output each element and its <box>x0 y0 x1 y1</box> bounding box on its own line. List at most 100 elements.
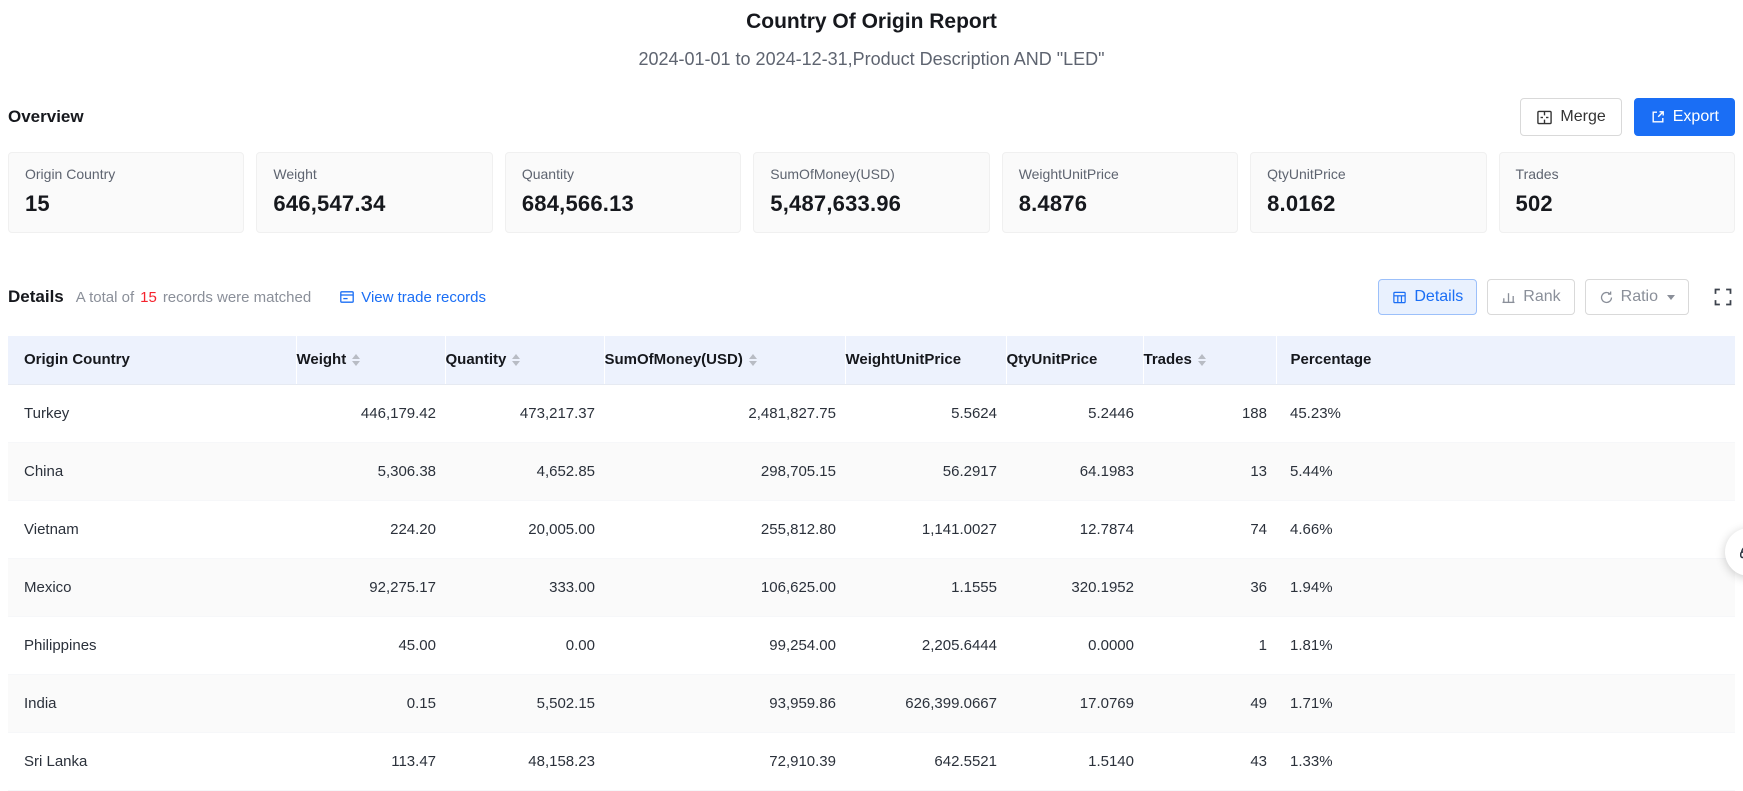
column-header-label: SumOfMoney(USD) <box>605 351 743 368</box>
column-header-label: Trades <box>1144 351 1192 368</box>
ratio-view-label: Ratio <box>1621 288 1658 306</box>
matched-suffix: records were matched <box>163 289 311 306</box>
cell-qty-unit-price: 17.0769 <box>1006 674 1143 732</box>
table-row: Mexico 92,275.17 333.00 106,625.00 1.155… <box>8 558 1735 616</box>
stat-value: 684,566.13 <box>522 191 724 217</box>
cell-origin-country: Sri Lanka <box>8 732 296 790</box>
sort-carets-icon[interactable] <box>1198 354 1206 366</box>
stat-label: Weight <box>273 166 475 182</box>
cell-qty-unit-price: 1.5140 <box>1006 732 1143 790</box>
table-row: Vietnam 224.20 20,005.00 255,812.80 1,14… <box>8 500 1735 558</box>
expand-icon <box>1713 287 1733 307</box>
trade-records-icon <box>339 289 355 305</box>
column-header-label: WeightUnitPrice <box>846 351 962 368</box>
stat-card-weight: Weight 646,547.34 <box>256 152 492 233</box>
stat-label: QtyUnitPrice <box>1267 166 1469 182</box>
table-row: India 0.15 5,502.15 93,959.86 626,399.06… <box>8 674 1735 732</box>
stat-value: 5,487,633.96 <box>770 191 972 217</box>
table-row: Turkey 446,179.42 473,217.37 2,481,827.7… <box>8 384 1735 442</box>
cell-weight-unit-price: 1,141.0027 <box>845 500 1006 558</box>
fullscreen-button[interactable] <box>1711 285 1735 309</box>
cell-weight-unit-price: 1.1555 <box>845 558 1006 616</box>
column-header-sum-of-money[interactable]: SumOfMoney(USD) <box>604 336 845 384</box>
headset-icon <box>1738 541 1743 563</box>
cell-percentage: 1.71% <box>1276 674 1735 732</box>
details-bar: Details A total of 15 records were match… <box>8 279 1735 315</box>
column-header-label: QtyUnitPrice <box>1007 351 1098 368</box>
matched-summary: A total of 15 records were matched <box>76 289 311 306</box>
table-grid-icon <box>1392 290 1407 305</box>
stat-label: Quantity <box>522 166 724 182</box>
cell-quantity: 333.00 <box>445 558 604 616</box>
cell-percentage: 45.23% <box>1276 384 1735 442</box>
column-header-origin-country: Origin Country <box>8 336 296 384</box>
details-section-title: Details <box>8 287 64 307</box>
table-header-row: Origin Country Weight Quantity <box>8 336 1735 384</box>
cell-percentage: 1.94% <box>1276 558 1735 616</box>
overview-section-title: Overview <box>8 107 84 127</box>
column-header-quantity[interactable]: Quantity <box>445 336 604 384</box>
chevron-down-icon <box>1667 295 1675 300</box>
cell-percentage: 1.81% <box>1276 616 1735 674</box>
stat-value: 646,547.34 <box>273 191 475 217</box>
cell-sum-of-money: 72,910.39 <box>604 732 845 790</box>
overview-actions: Merge Export <box>1520 98 1735 136</box>
cell-quantity: 473,217.37 <box>445 384 604 442</box>
column-header-label: Percentage <box>1291 351 1372 368</box>
details-view-button[interactable]: Details <box>1378 279 1477 315</box>
stat-value: 8.0162 <box>1267 191 1469 217</box>
cell-weight: 5,306.38 <box>296 442 445 500</box>
details-view-label: Details <box>1414 288 1463 306</box>
stat-card-trades: Trades 502 <box>1499 152 1735 233</box>
cell-qty-unit-price: 12.7874 <box>1006 500 1143 558</box>
sort-carets-icon[interactable] <box>352 354 360 366</box>
merge-button-label: Merge <box>1560 108 1605 126</box>
ratio-view-button[interactable]: Ratio <box>1585 279 1689 315</box>
merge-button[interactable]: Merge <box>1520 98 1621 136</box>
cell-quantity: 0.00 <box>445 616 604 674</box>
column-header-weight[interactable]: Weight <box>296 336 445 384</box>
rank-view-button[interactable]: Rank <box>1487 279 1574 315</box>
cell-qty-unit-price: 0.0000 <box>1006 616 1143 674</box>
view-trade-records-link[interactable]: View trade records <box>339 289 486 306</box>
stat-card-quantity: Quantity 684,566.13 <box>505 152 741 233</box>
cell-weight: 113.47 <box>296 732 445 790</box>
cell-origin-country: Mexico <box>8 558 296 616</box>
stat-value: 502 <box>1516 191 1718 217</box>
cell-weight: 92,275.17 <box>296 558 445 616</box>
sort-carets-icon[interactable] <box>749 354 757 366</box>
cell-sum-of-money: 2,481,827.75 <box>604 384 845 442</box>
merge-icon <box>1536 109 1553 126</box>
cell-origin-country: Philippines <box>8 616 296 674</box>
table-row: Sri Lanka 113.47 48,158.23 72,910.39 642… <box>8 732 1735 790</box>
column-header-trades[interactable]: Trades <box>1143 336 1276 384</box>
column-header-label: Weight <box>297 351 347 368</box>
origin-country-table: Origin Country Weight Quantity <box>8 336 1735 791</box>
cell-qty-unit-price: 64.1983 <box>1006 442 1143 500</box>
cell-trades: 188 <box>1143 384 1276 442</box>
rank-icon <box>1501 290 1516 305</box>
cell-trades: 49 <box>1143 674 1276 732</box>
cell-trades: 74 <box>1143 500 1276 558</box>
stat-value: 8.4876 <box>1019 191 1221 217</box>
stat-label: WeightUnitPrice <box>1019 166 1221 182</box>
stat-card-sum-of-money: SumOfMoney(USD) 5,487,633.96 <box>753 152 989 233</box>
rank-view-label: Rank <box>1523 288 1560 306</box>
sort-carets-icon[interactable] <box>512 354 520 366</box>
table-row: Philippines 45.00 0.00 99,254.00 2,205.6… <box>8 616 1735 674</box>
cell-weight-unit-price: 642.5521 <box>845 732 1006 790</box>
cell-qty-unit-price: 320.1952 <box>1006 558 1143 616</box>
column-header-percentage: Percentage <box>1276 336 1735 384</box>
cell-quantity: 5,502.15 <box>445 674 604 732</box>
export-button[interactable]: Export <box>1634 98 1735 136</box>
matched-count: 15 <box>140 289 157 306</box>
stat-card-qty-unit-price: QtyUnitPrice 8.0162 <box>1250 152 1486 233</box>
cell-quantity: 4,652.85 <box>445 442 604 500</box>
cell-weight: 0.15 <box>296 674 445 732</box>
cell-weight: 224.20 <box>296 500 445 558</box>
column-header-qty-unit-price: QtyUnitPrice <box>1006 336 1143 384</box>
column-header-label: Origin Country <box>24 351 130 368</box>
cell-sum-of-money: 255,812.80 <box>604 500 845 558</box>
stat-value: 15 <box>25 191 227 217</box>
overview-stats-row: Origin Country 15 Weight 646,547.34 Quan… <box>8 152 1735 233</box>
